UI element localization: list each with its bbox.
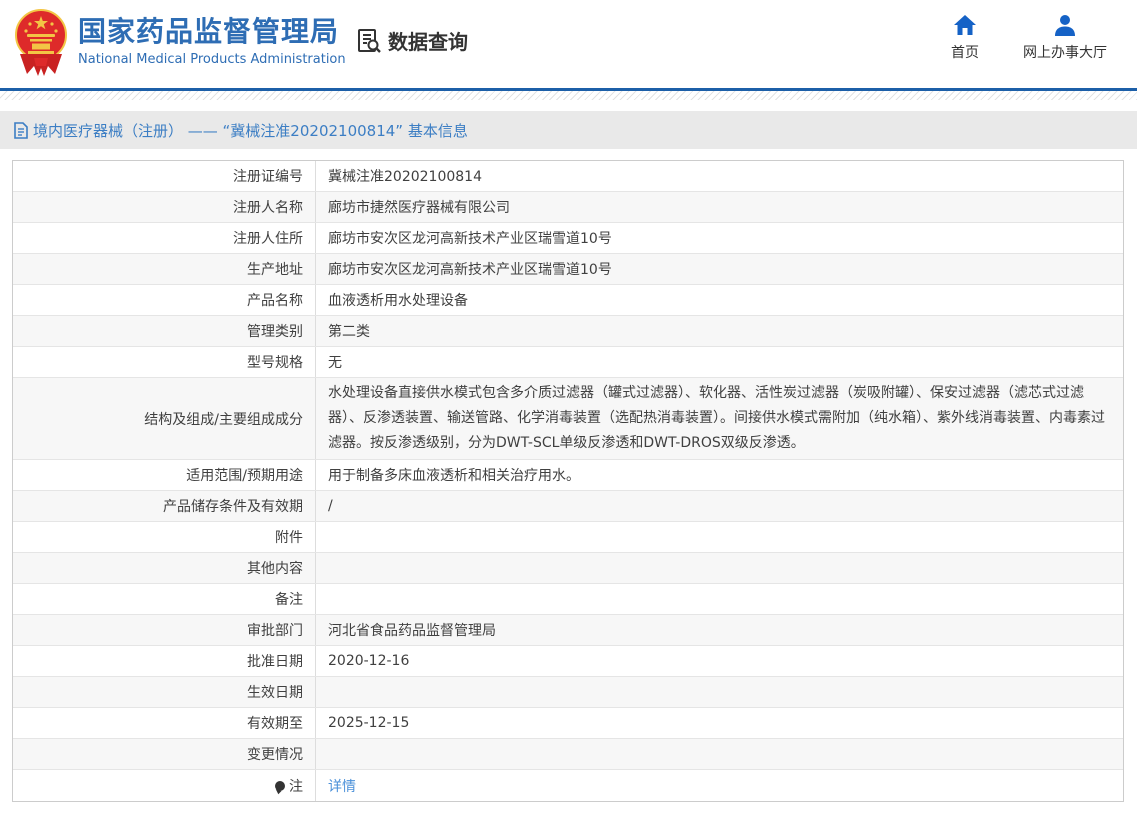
- row-label: 注册证编号: [13, 161, 316, 191]
- row-value: [316, 584, 1123, 614]
- table-row: 有效期至 2025-12-15: [13, 708, 1123, 739]
- row-label: 生产地址: [13, 254, 316, 284]
- row-value: [316, 553, 1123, 583]
- row-label: 注册人住所: [13, 223, 316, 253]
- nav-item-service-hall[interactable]: 网上办事大厅: [1023, 14, 1107, 62]
- home-icon: [953, 14, 977, 36]
- registration-info-table: 注册证编号 冀械注准20202100814 注册人名称 廊坊市捷然医疗器械有限公…: [12, 160, 1124, 802]
- doc-search-icon: [356, 28, 382, 54]
- breadcrumb-bar: 境内医疗器械（注册） —— “冀械注准20202100814” 基本信息: [0, 111, 1137, 149]
- row-value: 2020-12-16: [316, 646, 1123, 676]
- row-label: 审批部门: [13, 615, 316, 645]
- row-label: 注册人名称: [13, 192, 316, 222]
- row-label: 备注: [13, 584, 316, 614]
- nav-item-home[interactable]: 首页: [951, 14, 979, 62]
- row-label: 注: [13, 770, 316, 801]
- row-value: 用于制备多床血液透析和相关治疗用水。: [316, 460, 1123, 490]
- row-label: 附件: [13, 522, 316, 552]
- row-value: 水处理设备直接供水模式包含多介质过滤器（罐式过滤器）、软化器、活性炭过滤器（炭吸…: [316, 378, 1123, 459]
- table-row: 产品储存条件及有效期 /: [13, 491, 1123, 522]
- nav-service-hall-label: 网上办事大厅: [1023, 42, 1107, 62]
- row-label: 管理类别: [13, 316, 316, 346]
- china-national-emblem-icon: [14, 8, 68, 78]
- table-row: 批准日期 2020-12-16: [13, 646, 1123, 677]
- row-value: 血液透析用水处理设备: [316, 285, 1123, 315]
- user-icon: [1053, 14, 1077, 36]
- row-value: 冀械注准20202100814: [316, 161, 1123, 191]
- table-row: 适用范围/预期用途 用于制备多床血液透析和相关治疗用水。: [13, 460, 1123, 491]
- site-subtitle: National Medical Products Administration: [78, 52, 346, 67]
- row-label: 产品储存条件及有效期: [13, 491, 316, 521]
- top-nav: 首页 网上办事大厅: [951, 14, 1107, 62]
- data-query-tab[interactable]: 数据查询: [356, 26, 468, 55]
- row-label: 生效日期: [13, 677, 316, 707]
- table-row-structure: 结构及组成/主要组成成分 水处理设备直接供水模式包含多介质过滤器（罐式过滤器）、…: [13, 378, 1123, 460]
- table-row: 产品名称 血液透析用水处理设备: [13, 285, 1123, 316]
- row-value: [316, 739, 1123, 769]
- table-row: 审批部门 河北省食品药品监督管理局: [13, 615, 1123, 646]
- table-row: 注册证编号 冀械注准20202100814: [13, 161, 1123, 192]
- table-row: 其他内容: [13, 553, 1123, 584]
- row-label: 批准日期: [13, 646, 316, 676]
- table-row: 注册人住所 廊坊市安次区龙河高新技术产业区瑞雪道10号: [13, 223, 1123, 254]
- row-label: 型号规格: [13, 347, 316, 377]
- breadcrumb: 境内医疗器械（注册） —— “冀械注准20202100814” 基本信息: [33, 120, 468, 141]
- stripe-band: [0, 91, 1137, 100]
- table-row-note: 注 详情: [13, 770, 1123, 801]
- row-label: 变更情况: [13, 739, 316, 769]
- row-value: [316, 522, 1123, 552]
- table-row: 备注: [13, 584, 1123, 615]
- note-icon: [275, 781, 285, 791]
- table-row: 生产地址 廊坊市安次区龙河高新技术产业区瑞雪道10号: [13, 254, 1123, 285]
- row-label: 有效期至: [13, 708, 316, 738]
- table-row: 注册人名称 廊坊市捷然医疗器械有限公司: [13, 192, 1123, 223]
- document-icon: [14, 122, 28, 139]
- note-label: 注: [289, 776, 303, 796]
- nav-home-label: 首页: [951, 42, 979, 62]
- table-row: 生效日期: [13, 677, 1123, 708]
- data-query-label: 数据查询: [388, 26, 468, 55]
- table-row: 变更情况: [13, 739, 1123, 770]
- nmpa-logo[interactable]: 国家药品监督管理局 National Medical Products Admi…: [14, 8, 346, 78]
- row-value: 廊坊市安次区龙河高新技术产业区瑞雪道10号: [316, 223, 1123, 253]
- row-value: 无: [316, 347, 1123, 377]
- row-label: 其他内容: [13, 553, 316, 583]
- row-value: 廊坊市捷然医疗器械有限公司: [316, 192, 1123, 222]
- site-title: 国家药品监督管理局: [78, 16, 346, 48]
- row-label: 产品名称: [13, 285, 316, 315]
- row-value: 廊坊市安次区龙河高新技术产业区瑞雪道10号: [316, 254, 1123, 284]
- row-value: 第二类: [316, 316, 1123, 346]
- page-header: 国家药品监督管理局 National Medical Products Admi…: [0, 0, 1137, 88]
- row-value: 2025-12-15: [316, 708, 1123, 738]
- table-row: 附件: [13, 522, 1123, 553]
- row-value: /: [316, 491, 1123, 521]
- row-value: 河北省食品药品监督管理局: [316, 615, 1123, 645]
- row-label: 适用范围/预期用途: [13, 460, 316, 490]
- table-row: 型号规格 无: [13, 347, 1123, 378]
- table-row: 管理类别 第二类: [13, 316, 1123, 347]
- row-label: 结构及组成/主要组成成分: [13, 378, 316, 459]
- row-value: [316, 677, 1123, 707]
- detail-link[interactable]: 详情: [328, 776, 356, 796]
